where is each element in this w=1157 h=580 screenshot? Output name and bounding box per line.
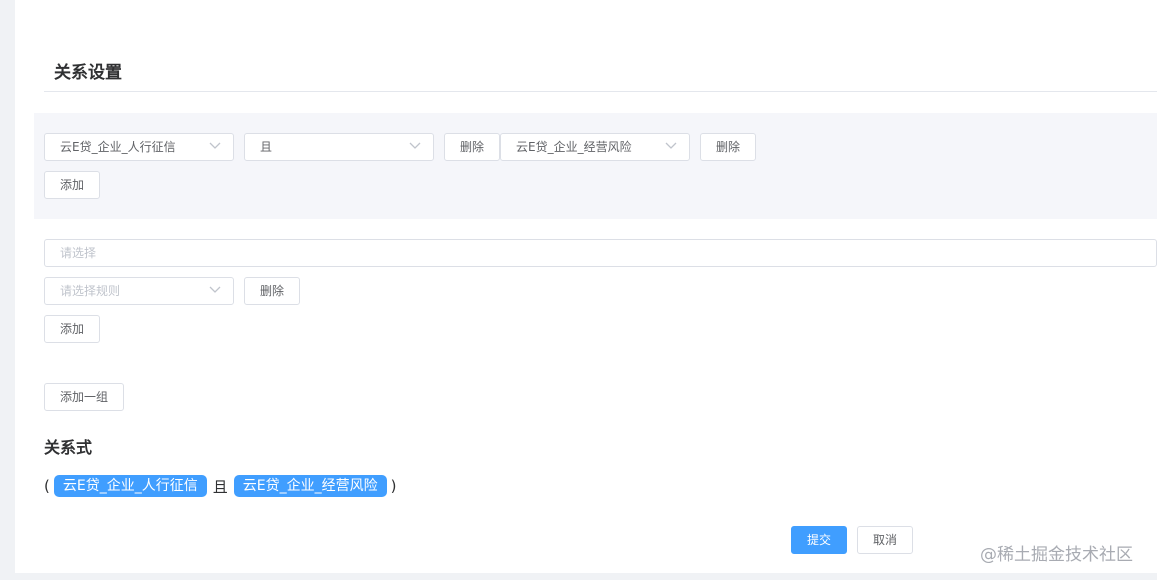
rule-select-placeholder: 请选择规则 [60, 284, 121, 298]
divider [44, 91, 1157, 92]
rule-select-1[interactable]: 云E贷_企业_人行征信 [44, 133, 234, 161]
logic-select[interactable]: 且 [244, 133, 434, 161]
section-title: 关系设置 [54, 63, 122, 83]
rule-select-empty[interactable]: 请选择规则 [44, 277, 234, 305]
delete-button-3[interactable]: 删除 [244, 277, 300, 305]
rule-select-1-value: 云E贷_企业_人行征信 [60, 140, 176, 154]
add-rule-button-1[interactable]: 添加 [44, 171, 100, 199]
close-paren: ) [390, 477, 397, 495]
expression-operator: 且 [212, 477, 228, 496]
delete-button-2[interactable]: 删除 [700, 133, 756, 161]
expression-tag-2: 云E贷_企业_经营风险 [233, 475, 387, 497]
submit-button[interactable]: 提交 [791, 526, 847, 554]
chevron-down-icon [409, 142, 421, 149]
add-rule-button-2[interactable]: 添加 [44, 315, 100, 343]
rule-select-2[interactable]: 云E贷_企业_经营风险 [500, 133, 690, 161]
expression-title: 关系式 [44, 438, 93, 457]
expression-line: ( 云E贷_企业_人行征信 且 云E贷_企业_经营风险 ) [44, 474, 396, 498]
add-group-button[interactable]: 添加一组 [44, 383, 124, 411]
logic-select-empty[interactable]: 请选择 [44, 239, 1157, 267]
logic-select-value: 且 [260, 140, 273, 154]
chevron-down-icon [209, 142, 221, 149]
rule-select-2-value: 云E贷_企业_经营风险 [516, 140, 632, 154]
delete-button-1[interactable]: 删除 [444, 133, 500, 161]
watermark: @稀土掘金技术社区 [980, 545, 1133, 565]
expression-tag-1: 云E贷_企业_人行征信 [53, 475, 207, 497]
chevron-down-icon [665, 142, 677, 149]
logic-select-placeholder: 请选择 [60, 246, 97, 260]
chevron-down-icon [209, 286, 221, 293]
condition-group-1 [34, 113, 1157, 219]
open-paren: ( [44, 477, 50, 495]
cancel-button[interactable]: 取消 [857, 526, 913, 554]
